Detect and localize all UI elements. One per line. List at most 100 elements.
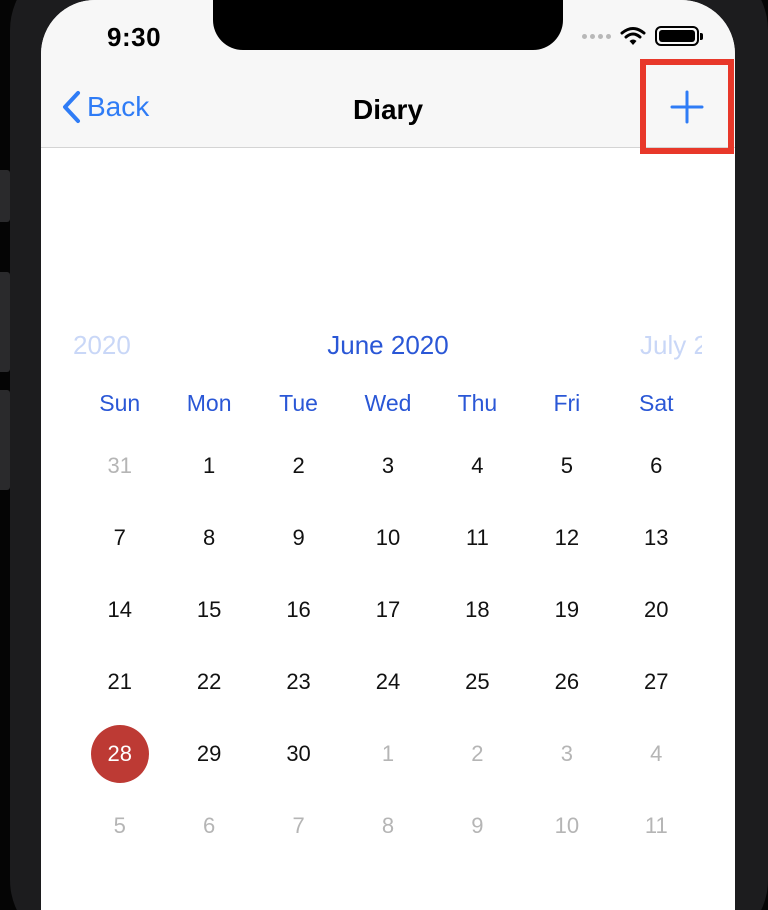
- day-number: 12: [554, 525, 580, 550]
- page-title: Diary: [352, 94, 424, 125]
- day-number: 9: [292, 525, 305, 550]
- day-cell[interactable]: 11: [612, 790, 701, 862]
- current-month-label: June 2020: [327, 330, 449, 360]
- day-cell[interactable]: 11: [433, 502, 522, 574]
- day-cell[interactable]: 10: [343, 502, 432, 574]
- day-number: 28: [107, 741, 132, 766]
- day-cell[interactable]: 16: [254, 574, 343, 646]
- day-number: 19: [554, 597, 580, 622]
- day-cell[interactable]: 9: [254, 502, 343, 574]
- day-cell[interactable]: 26: [522, 646, 611, 718]
- selected-day-cell[interactable]: 28: [75, 718, 164, 790]
- day-number: 7: [292, 813, 305, 838]
- day-cell[interactable]: 5: [522, 430, 611, 502]
- calendar-grid: 31 1 2 3 4 5 6 7 8 9 10 11 12 13 14 15 16 17 18 19 20 21 22 23 2…: [75, 430, 701, 862]
- day-cell[interactable]: 12: [522, 502, 611, 574]
- day-cell[interactable]: 10: [522, 790, 611, 862]
- day-number: 1: [203, 453, 216, 478]
- day-cell[interactable]: 3: [343, 430, 432, 502]
- day-cell[interactable]: 1: [343, 718, 432, 790]
- day-number: 18: [465, 597, 490, 622]
- day-number: 9: [471, 813, 484, 838]
- day-cell[interactable]: 23: [254, 646, 343, 718]
- status-bar: 9:30: [41, 0, 735, 68]
- day-number: 6: [650, 453, 663, 478]
- day-cell[interactable]: 2: [433, 718, 522, 790]
- day-number: 16: [286, 597, 311, 622]
- day-cell[interactable]: 18: [433, 574, 522, 646]
- day-cell[interactable]: 27: [612, 646, 701, 718]
- day-number: 21: [107, 669, 132, 694]
- day-cell[interactable]: 5: [75, 790, 164, 862]
- day-cell[interactable]: 6: [612, 430, 701, 502]
- day-number: 4: [650, 741, 663, 766]
- add-entry-button[interactable]: [640, 59, 734, 154]
- day-number: 26: [554, 669, 580, 694]
- weekday-label: Mon: [186, 390, 232, 416]
- day-cell[interactable]: 8: [343, 790, 432, 862]
- weekday-label: Wed: [364, 390, 412, 416]
- day-number: 8: [381, 813, 395, 838]
- day-number: 6: [203, 813, 216, 838]
- day-cell[interactable]: 21: [75, 646, 164, 718]
- day-cell[interactable]: 24: [343, 646, 432, 718]
- day-cell[interactable]: 15: [164, 574, 253, 646]
- day-cell[interactable]: 14: [75, 574, 164, 646]
- day-number: 10: [554, 813, 580, 838]
- weekday-label: Tue: [279, 390, 318, 416]
- day-cell[interactable]: 8: [164, 502, 253, 574]
- status-time: 9:30: [107, 22, 162, 52]
- day-number: 3: [381, 453, 395, 478]
- navigation-bar: Back Diary: [41, 59, 735, 154]
- day-cell[interactable]: 1: [164, 430, 253, 502]
- day-cell[interactable]: 7: [254, 790, 343, 862]
- day-cell[interactable]: 7: [75, 502, 164, 574]
- notch: [213, 0, 563, 50]
- day-cell[interactable]: 17: [343, 574, 432, 646]
- day-number: 7: [113, 525, 126, 550]
- day-number: 5: [560, 453, 573, 478]
- day-cell[interactable]: 29: [164, 718, 253, 790]
- day-cell[interactable]: 30: [254, 718, 343, 790]
- day-cell[interactable]: 22: [164, 646, 253, 718]
- day-cell[interactable]: 20: [612, 574, 701, 646]
- weekday-header: Sun Mon Tue Wed Thu Fri Sat: [75, 390, 701, 417]
- day-cell[interactable]: 31: [75, 430, 164, 502]
- day-number: 23: [286, 669, 311, 694]
- day-cell[interactable]: 6: [164, 790, 253, 862]
- day-cell[interactable]: 2: [254, 430, 343, 502]
- day-number: 10: [375, 525, 401, 550]
- day-number: 30: [286, 741, 311, 766]
- day-number: 25: [465, 669, 490, 694]
- volume-down-button: [0, 390, 10, 490]
- device-frame: 9:30 Back Diary 2020 June 2020 July 2 Su…: [0, 0, 768, 910]
- weekday-label: Fri: [553, 390, 581, 416]
- day-number: 1: [381, 741, 395, 766]
- day-number: 2: [292, 453, 305, 478]
- day-number: 11: [466, 525, 489, 550]
- day-number: 17: [375, 597, 401, 622]
- day-cell[interactable]: 13: [612, 502, 701, 574]
- month-header: 2020 June 2020 July 2: [41, 330, 735, 370]
- day-cell[interactable]: 9: [433, 790, 522, 862]
- day-cell[interactable]: 4: [433, 430, 522, 502]
- day-cell[interactable]: 4: [612, 718, 701, 790]
- day-number: 24: [375, 669, 401, 694]
- battery-icon: [655, 26, 703, 46]
- day-cell[interactable]: 19: [522, 574, 611, 646]
- weekday-label: Thu: [457, 390, 498, 416]
- day-number: 20: [644, 597, 669, 622]
- day-number: 14: [107, 597, 132, 622]
- day-number: 22: [196, 669, 222, 694]
- day-cell[interactable]: 25: [433, 646, 522, 718]
- volume-up-button: [0, 272, 10, 372]
- day-number: 4: [471, 453, 484, 478]
- day-cell[interactable]: 3: [522, 718, 611, 790]
- day-number: 29: [196, 741, 222, 766]
- next-month-label[interactable]: July 2: [640, 330, 702, 361]
- day-number: 11: [644, 813, 668, 838]
- weekday-label: Sun: [99, 390, 141, 416]
- mute-switch: [0, 170, 10, 222]
- day-number: 13: [644, 525, 669, 550]
- app-screen: 9:30 Back Diary 2020 June 2020 July 2 Su…: [41, 0, 735, 910]
